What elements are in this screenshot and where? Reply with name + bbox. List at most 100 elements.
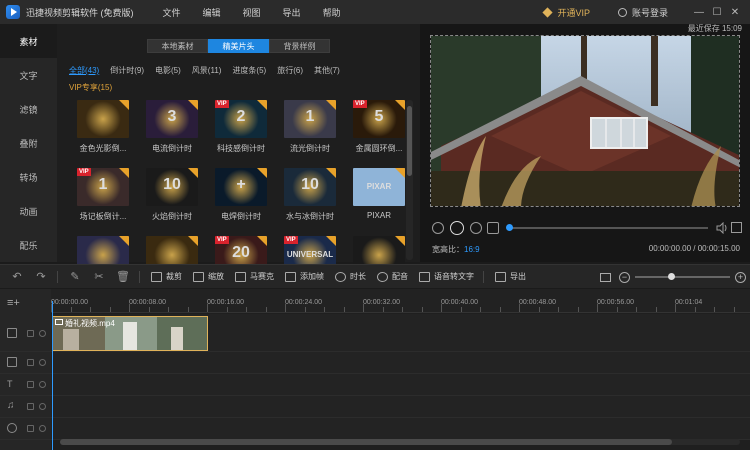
- download-icon[interactable]: [395, 236, 405, 246]
- download-icon[interactable]: [326, 100, 336, 110]
- material-thumbnail[interactable]: 10: [284, 168, 336, 206]
- download-icon[interactable]: [188, 100, 198, 110]
- video-clip[interactable]: 婚礼视频.mp4: [52, 316, 208, 351]
- library-scrollbar[interactable]: [407, 106, 412, 176]
- download-icon[interactable]: [188, 236, 198, 246]
- nav-item-transition[interactable]: 转场: [0, 160, 57, 194]
- stop-icon[interactable]: [487, 222, 499, 234]
- menu-export[interactable]: 导出: [283, 6, 301, 19]
- zoom-button[interactable]: 缩放: [193, 271, 224, 282]
- volume-icon[interactable]: [716, 222, 728, 234]
- download-icon[interactable]: [257, 100, 267, 110]
- playhead[interactable]: [52, 301, 53, 450]
- category-all[interactable]: 全部(43): [69, 65, 99, 76]
- zoom-in-icon[interactable]: +: [735, 271, 746, 283]
- next-frame-icon[interactable]: [470, 222, 482, 234]
- material-thumbnail[interactable]: [77, 100, 129, 138]
- lock-icon[interactable]: [27, 403, 34, 410]
- redo-icon[interactable]: ↷: [34, 270, 48, 284]
- category-countdown[interactable]: 倒计时(9): [110, 65, 144, 76]
- aspect-ratio[interactable]: 宽高比：16:9: [432, 244, 480, 255]
- download-icon[interactable]: [326, 168, 336, 178]
- voice-track[interactable]: [51, 418, 750, 440]
- menu-edit[interactable]: 编辑: [203, 6, 221, 19]
- pip-track[interactable]: [51, 352, 750, 374]
- download-icon[interactable]: [257, 168, 267, 178]
- lock-icon[interactable]: [27, 381, 34, 388]
- eye-icon[interactable]: [39, 359, 46, 366]
- tab-intro[interactable]: 精美片头: [208, 39, 269, 53]
- duration-button[interactable]: 时长: [335, 271, 366, 282]
- category-landscape[interactable]: 风景(11): [192, 65, 222, 76]
- dubbing-button[interactable]: 配音: [377, 271, 408, 282]
- progress-knob[interactable]: [506, 224, 513, 231]
- download-icon[interactable]: [257, 236, 267, 246]
- export-button[interactable]: 导出: [495, 271, 526, 282]
- close-icon[interactable]: ✕: [726, 7, 744, 18]
- menu-file[interactable]: 文件: [163, 6, 181, 19]
- lock-icon[interactable]: [27, 425, 34, 432]
- material-thumbnail[interactable]: +: [215, 168, 267, 206]
- material-thumbnail[interactable]: 1 VIP: [77, 168, 129, 206]
- download-icon[interactable]: [119, 100, 129, 110]
- video-preview[interactable]: [430, 35, 740, 207]
- tab-local-material[interactable]: 本地素材: [147, 39, 208, 53]
- timeline-scrollbar-thumb[interactable]: [60, 439, 672, 445]
- lock-icon[interactable]: [27, 359, 34, 366]
- material-thumbnail[interactable]: PIXAR: [353, 168, 405, 206]
- nav-item-filter[interactable]: 滤镜: [0, 92, 57, 126]
- split-icon[interactable]: ✂: [92, 270, 106, 284]
- edit-icon[interactable]: ✎: [68, 270, 82, 284]
- nav-item-material[interactable]: 素材: [0, 24, 57, 58]
- add-track-icon[interactable]: ≡+: [7, 297, 20, 309]
- category-travel[interactable]: 旅行(6): [277, 65, 303, 76]
- fullscreen-icon[interactable]: [731, 222, 742, 233]
- maximize-icon[interactable]: ☐: [708, 7, 726, 18]
- speech-to-text-button[interactable]: 语音转文字: [419, 271, 474, 282]
- category-progress[interactable]: 进度条(5): [232, 65, 266, 76]
- previous-frame-icon[interactable]: [432, 222, 444, 234]
- material-thumbnail[interactable]: 1: [284, 100, 336, 138]
- vip-button[interactable]: 开通VIP: [542, 6, 590, 19]
- undo-icon[interactable]: ↶: [10, 270, 24, 284]
- mosaic-button[interactable]: 马赛克: [235, 271, 274, 282]
- eye-icon[interactable]: [39, 330, 46, 337]
- fit-icon[interactable]: [600, 272, 611, 282]
- download-icon[interactable]: [188, 168, 198, 178]
- category-movie[interactable]: 电影(5): [155, 65, 181, 76]
- material-thumbnail[interactable]: 10: [146, 168, 198, 206]
- time-ruler[interactable]: 00:00:00.00 00:00:08.00 00:00:16.00 00:00:2…: [51, 289, 750, 313]
- material-thumbnail[interactable]: 5 VIP: [353, 100, 405, 138]
- eye-icon[interactable]: [39, 381, 46, 388]
- login-button[interactable]: 账号登录: [617, 6, 668, 19]
- add-frame-button[interactable]: 添加帧: [285, 271, 324, 282]
- speaker-icon[interactable]: [39, 403, 46, 410]
- download-icon[interactable]: [326, 236, 336, 246]
- category-other[interactable]: 其他(7): [314, 65, 340, 76]
- nav-item-animation[interactable]: 动画: [0, 194, 57, 228]
- download-icon[interactable]: [395, 168, 405, 178]
- category-vip[interactable]: VIP专享(15): [69, 82, 112, 93]
- minimize-icon[interactable]: —: [690, 7, 708, 18]
- download-icon[interactable]: [119, 168, 129, 178]
- menu-help[interactable]: 帮助: [323, 6, 341, 19]
- download-icon[interactable]: [395, 100, 405, 110]
- lock-icon[interactable]: [27, 330, 34, 337]
- download-icon[interactable]: [119, 236, 129, 246]
- delete-icon[interactable]: 🗑: [116, 270, 130, 284]
- material-thumbnail[interactable]: 2 VIP: [215, 100, 267, 138]
- menu-view[interactable]: 视图: [243, 6, 261, 19]
- play-icon[interactable]: [450, 221, 464, 235]
- nav-item-overlay[interactable]: 叠附: [0, 126, 57, 160]
- zoom-slider-knob[interactable]: [668, 273, 676, 280]
- tab-background[interactable]: 背景样例: [269, 39, 330, 53]
- text-track[interactable]: [51, 374, 750, 396]
- material-thumbnail[interactable]: 3: [146, 100, 198, 138]
- zoom-out-icon[interactable]: −: [619, 271, 630, 283]
- zoom-slider[interactable]: [635, 273, 730, 280]
- speaker-icon[interactable]: [39, 425, 46, 432]
- nav-item-music[interactable]: 配乐: [0, 228, 57, 262]
- playback-progress[interactable]: [506, 224, 708, 231]
- timeline-scrollbar[interactable]: [60, 439, 740, 445]
- nav-item-text[interactable]: 文字: [0, 58, 57, 92]
